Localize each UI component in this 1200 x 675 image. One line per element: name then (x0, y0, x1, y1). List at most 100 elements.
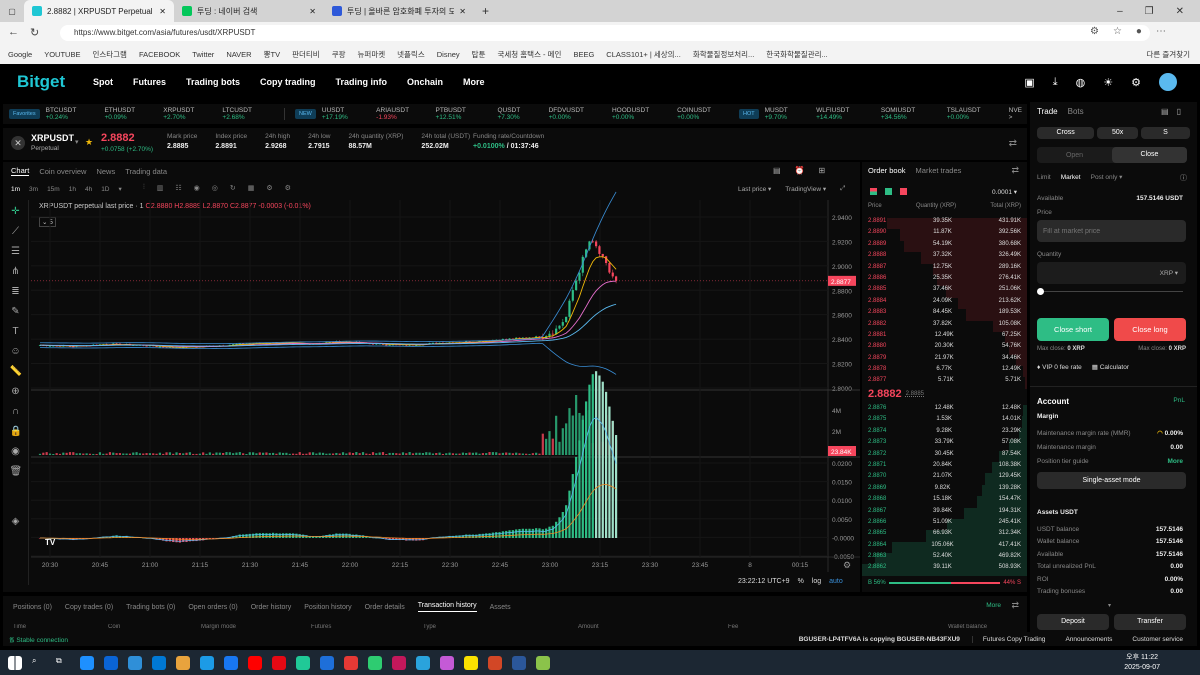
calculator-link[interactable]: ▦ Calculator (1092, 363, 1129, 371)
tab-order-book[interactable]: Order book (868, 166, 906, 175)
bookmark-item[interactable]: 화학물질정보처리... (693, 49, 754, 60)
browser-toolbar-icons[interactable]: ⚙☆●⋯ (1090, 26, 1180, 37)
taskbar-app-icon[interactable] (128, 655, 142, 670)
transfer-button[interactable]: Transfer (1114, 614, 1186, 630)
quantity-slider[interactable] (1037, 288, 1183, 295)
orderbook-row[interactable]: 2.8884 24.09K 213.62K (862, 297, 1027, 310)
taskbar-app-icon[interactable] (392, 655, 406, 670)
taskbar-app-icon[interactable] (224, 655, 238, 670)
orderbook-row[interactable]: 2.8881 12.49K 67.25K (862, 331, 1027, 344)
bitget-logo[interactable]: Bitget (17, 72, 65, 92)
leverage-button[interactable]: 50x (1097, 127, 1138, 139)
bottom-tab-position-history[interactable]: Position history (304, 604, 351, 611)
ticker-item[interactable]: COINUSDT +0.00% (677, 107, 733, 121)
orderbook-row[interactable]: 2.8876 12.48K 12.48K (862, 405, 1027, 417)
orderbook-row[interactable]: 2.8865 66.93K 312.34K (862, 530, 1027, 542)
orderbook-row[interactable]: 2.8888 37.32K 326.49K (862, 252, 1027, 264)
browser-tab-naver[interactable]: 투딩 : 네이버 검색 ✕ (174, 0, 324, 22)
other-favorites[interactable]: 다른 즐겨찾기 (1147, 49, 1200, 60)
taskbar-app-icon[interactable] (104, 655, 118, 670)
tab-market-trades[interactable]: Market trades (916, 166, 962, 175)
taskbar-app-icon[interactable] (272, 655, 286, 670)
orderbook-row[interactable]: 2.8869 9.82K 139.28K (862, 484, 1027, 497)
percent-scale-toggle[interactable]: % (798, 578, 804, 585)
bookmark-item[interactable]: Disney (437, 50, 460, 59)
close-long-button[interactable]: Close long (1114, 318, 1186, 341)
taskbar-app-icon[interactable] (176, 655, 190, 670)
taskbar-app-icon[interactable] (320, 655, 334, 670)
ticker-badge[interactable]: HOT (739, 109, 759, 119)
unit-select[interactable]: XRP ▾ (1160, 269, 1178, 277)
taskbar-app-icon[interactable] (440, 655, 454, 670)
orderbook-row[interactable]: 2.8886 25.35K 276.41K (862, 274, 1027, 287)
taskbar-app-icon[interactable] (416, 655, 430, 670)
orderbook-row[interactable]: 2.8885 37.46K 251.06K (862, 286, 1027, 298)
price-chart[interactable]: 2.9400 2.9200 2.9000 2.8800 2.8600 2.8400 2.82… (3, 162, 860, 592)
start-button-icon[interactable] (8, 655, 22, 670)
position-mode-button[interactable]: S (1141, 127, 1190, 139)
swap-layout-icon[interactable]: ⇄ (1009, 138, 1017, 149)
globe-icon[interactable]: ◍ (1076, 76, 1086, 89)
ticker-item[interactable]: ARIAUSDT -1.93% (376, 107, 429, 121)
close-short-button[interactable]: Close short (1037, 318, 1109, 341)
bookmark-item[interactable]: 뽕TV (264, 49, 280, 60)
wallet-icon[interactable]: ▣ (1024, 76, 1034, 89)
orderbook-row[interactable]: 2.8867 39.84K 194.31K (862, 507, 1027, 519)
orderbook-row[interactable]: 2.8883 84.45K 189.53K (862, 309, 1027, 321)
ticker-item[interactable]: TSLAUSDT +0.00% (947, 107, 1003, 121)
taskbar-app-icon[interactable] (344, 655, 358, 670)
ticker-item[interactable]: LTCUSDT +2.68% (222, 107, 274, 121)
taskbar-app-icon[interactable] (512, 655, 526, 670)
view-bids-icon[interactable] (885, 188, 892, 195)
single-asset-mode-button[interactable]: Single-asset mode (1037, 472, 1186, 489)
close-tab-icon[interactable]: ✕ (459, 7, 466, 16)
bottom-tab-transaction-history[interactable]: Transaction history (417, 602, 477, 612)
orderbook-row[interactable]: 2.8871 20.84K 108.38K (862, 461, 1027, 474)
nav-trading-bots[interactable]: Trading bots (186, 77, 240, 87)
pnl-link[interactable]: PnL (1173, 397, 1185, 404)
new-tab-button[interactable]: + (474, 4, 497, 18)
taskbar-app-icon[interactable] (248, 655, 262, 670)
orderbook-row[interactable]: 2.8873 33.79K 57.08K (862, 439, 1027, 451)
bookmark-item[interactable]: Google (8, 50, 32, 59)
chevron-down-icon[interactable]: ▾ (75, 138, 79, 146)
bookmark-item[interactable]: 뉴퍼마켓 (358, 49, 386, 60)
url-input[interactable]: https://www.bitget.com/asia/futures/usdt… (60, 25, 1150, 41)
bookmark-item[interactable]: BEEG (573, 50, 594, 59)
nav-futures[interactable]: Futures (133, 77, 166, 87)
orderbook-row[interactable]: 2.8870 21.07K 129.45K (862, 473, 1027, 485)
orderbook-row[interactable]: 2.8875 1.53K 14.01K (862, 416, 1027, 428)
nav-copy-trading[interactable]: Copy trading (260, 77, 316, 87)
orderbook-row[interactable]: 2.8863 52.40K 469.82K (862, 553, 1027, 565)
orderbook-row[interactable]: 2.8882 37.82K 105.08K (862, 320, 1027, 332)
view-asks-icon[interactable] (900, 188, 907, 195)
orderbook-row[interactable]: 2.8890 11.87K 392.56K (862, 229, 1027, 241)
bottom-tab-open-orders-[interactable]: Open orders (0) (188, 604, 237, 611)
taskbar-app-icon[interactable] (536, 655, 550, 670)
bookmark-item[interactable]: 한국화학물질관리... (766, 49, 827, 60)
tab-bots[interactable]: Bots (1068, 107, 1084, 116)
bottom-tab-copy-trades-[interactable]: Copy trades (0) (65, 604, 113, 611)
nav-onchain[interactable]: Onchain (407, 77, 443, 87)
orderbook-row[interactable]: 2.8862 39.11K 508.93K (862, 564, 1027, 576)
bookmark-item[interactable]: NAVER (226, 50, 251, 59)
bottom-tab-trading-bots-[interactable]: Trading bots (0) (126, 604, 175, 611)
browser-tab-tuding[interactable]: 투딩 | 올바른 암호화폐 투자의 도 ✕ (324, 0, 474, 22)
open-tab[interactable]: Open (1037, 152, 1112, 159)
vip-fee-link[interactable]: ♦ VIP 0 fee rate (1037, 364, 1082, 371)
view-both-icon[interactable] (870, 188, 877, 195)
tier-more-link[interactable]: More (1167, 458, 1183, 465)
footer-link[interactable]: Customer service (1122, 636, 1197, 643)
ticker-item[interactable]: DFDVUSDT +0.00% (549, 107, 606, 121)
taskbar-app-icon[interactable] (296, 655, 310, 670)
bookmark-item[interactable]: 국세청 홈택스 - 메인 (497, 49, 561, 60)
orderbook-row[interactable]: 2.8879 21.97K 34.46K (862, 354, 1027, 367)
taskbar-app-icon[interactable] (488, 655, 502, 670)
settings-icon[interactable]: ⚙ (1131, 76, 1141, 89)
bookmark-item[interactable]: 탑툰 (472, 49, 486, 60)
slider-handle[interactable] (1037, 288, 1044, 295)
maximize-button[interactable]: ❐ (1145, 6, 1154, 17)
close-tab-icon[interactable]: ✕ (309, 7, 316, 16)
order-type-market[interactable]: Market (1061, 174, 1081, 181)
bookmark-item[interactable]: 쿠팡 (332, 49, 346, 60)
